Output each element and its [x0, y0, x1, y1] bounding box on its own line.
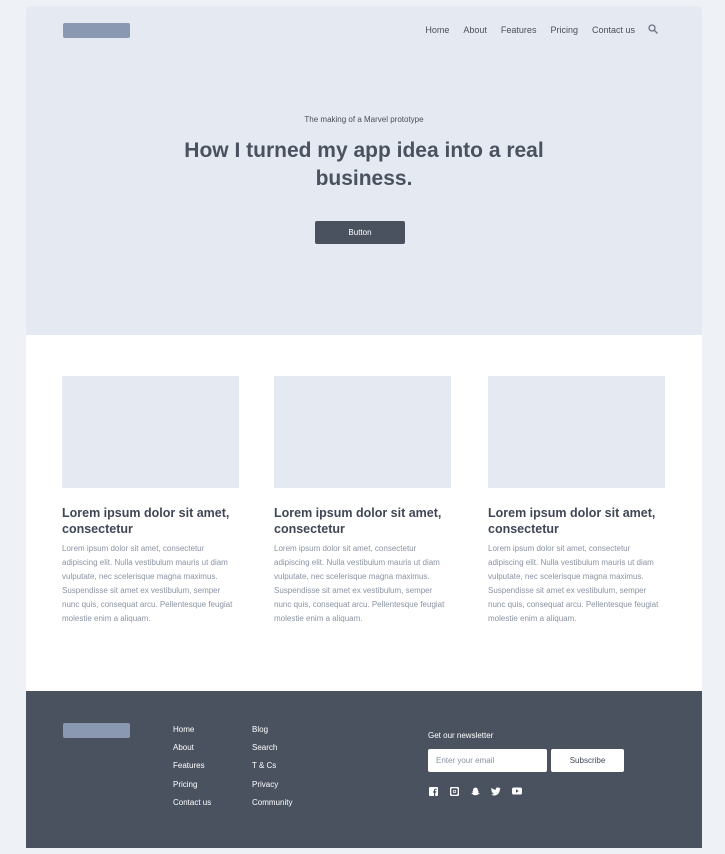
footer-links-secondary: Blog Search T & Cs Privacy Community	[252, 721, 292, 812]
footer-link-home[interactable]: Home	[173, 721, 211, 739]
instagram-icon[interactable]	[449, 786, 459, 796]
nav-link-pricing[interactable]: Pricing	[550, 23, 578, 37]
card-title: Lorem ipsum dolor sit amet, consectetur	[488, 506, 656, 536]
footer-logo-placeholder[interactable]	[63, 723, 130, 738]
youtube-icon[interactable]	[512, 786, 522, 796]
footer-links-primary: Home About Features Pricing Contact us	[173, 721, 211, 812]
footer-link-contact-us[interactable]: Contact us	[173, 794, 211, 812]
feature-card: Lorem ipsum dolor sit amet, consectetur …	[62, 376, 239, 626]
feature-card: Lorem ipsum dolor sit amet, consectetur …	[274, 376, 451, 626]
card-title: Lorem ipsum dolor sit amet, consectetur	[62, 506, 230, 536]
footer-link-features[interactable]: Features	[173, 757, 211, 775]
footer-link-privacy[interactable]: Privacy	[252, 776, 292, 794]
card-body: Lorem ipsum dolor sit amet, consectetur …	[274, 544, 445, 623]
card-title: Lorem ipsum dolor sit amet, consectetur	[274, 506, 442, 536]
footer-link-blog[interactable]: Blog	[252, 721, 292, 739]
snapchat-icon[interactable]	[470, 786, 480, 796]
newsletter-title: Get our newsletter	[428, 731, 494, 740]
feature-card: Lorem ipsum dolor sit amet, consectetur …	[488, 376, 665, 626]
social-links	[428, 786, 533, 796]
card-image-placeholder	[488, 376, 665, 488]
nav-link-home[interactable]: Home	[425, 23, 449, 37]
search-icon[interactable]	[648, 24, 660, 36]
footer-link-community[interactable]: Community	[252, 794, 292, 812]
nav-link-contact-us[interactable]: Contact us	[592, 23, 635, 37]
hero-headline: How I turned my app idea into a real bus…	[184, 139, 544, 190]
facebook-icon[interactable]	[428, 786, 438, 796]
top-nav: Home About Features Pricing Contact us	[425, 23, 660, 37]
footer-link-about[interactable]: About	[173, 739, 211, 757]
logo-placeholder[interactable]	[63, 23, 130, 38]
card-body: Lorem ipsum dolor sit amet, consectetur …	[488, 544, 659, 623]
twitter-icon[interactable]	[491, 786, 501, 796]
nav-link-features[interactable]: Features	[501, 23, 537, 37]
footer-link-pricing[interactable]: Pricing	[173, 776, 211, 794]
newsletter-email-input[interactable]	[428, 749, 547, 772]
subscribe-button[interactable]: Subscribe	[551, 749, 624, 772]
hero-eyebrow: The making of a Marvel prototype	[304, 115, 424, 124]
footer: Home About Features Pricing Contact us B…	[26, 691, 702, 848]
card-image-placeholder	[274, 376, 451, 488]
card-body: Lorem ipsum dolor sit amet, consectetur …	[62, 544, 233, 623]
nav-link-about[interactable]: About	[463, 23, 487, 37]
footer-link-terms[interactable]: T & Cs	[252, 757, 292, 775]
card-image-placeholder	[62, 376, 239, 488]
hero-button[interactable]: Button	[315, 221, 405, 244]
page: Home About Features Pricing Contact us T…	[26, 6, 702, 848]
footer-link-search[interactable]: Search	[252, 739, 292, 757]
hero-section: Home About Features Pricing Contact us T…	[26, 6, 702, 335]
